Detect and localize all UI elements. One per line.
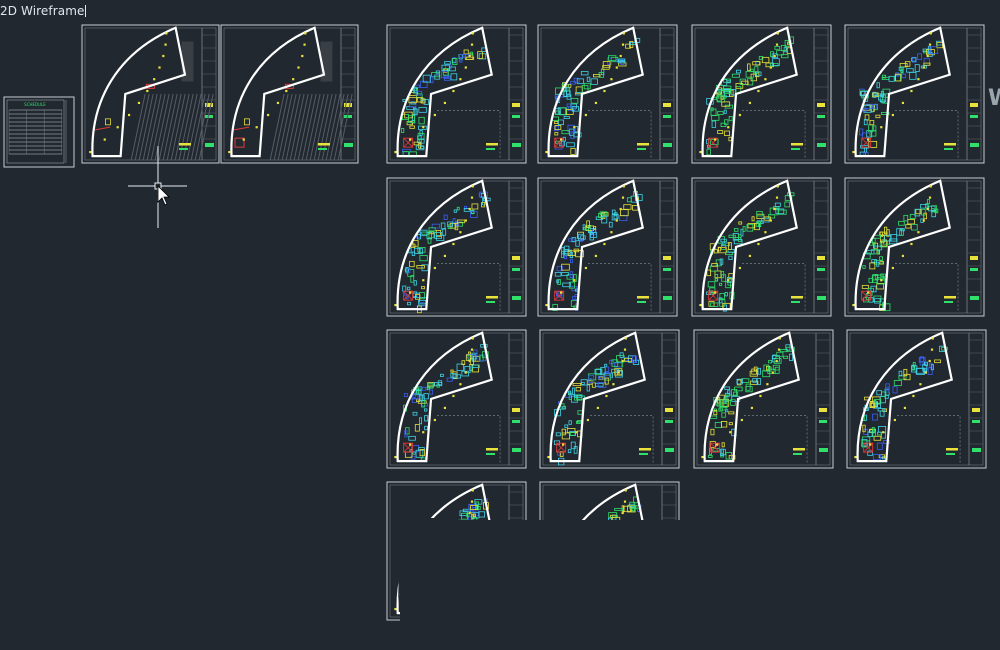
viewport-label[interactable]: 2D Wireframe xyxy=(0,4,87,18)
model-space-canvas[interactable]: SCHEDULE xyxy=(0,0,1000,650)
schedule-header: SCHEDULE xyxy=(24,102,46,107)
offscreen-glyph: W xyxy=(988,86,1000,111)
regen-mask xyxy=(400,520,685,630)
text-caret xyxy=(85,5,87,17)
